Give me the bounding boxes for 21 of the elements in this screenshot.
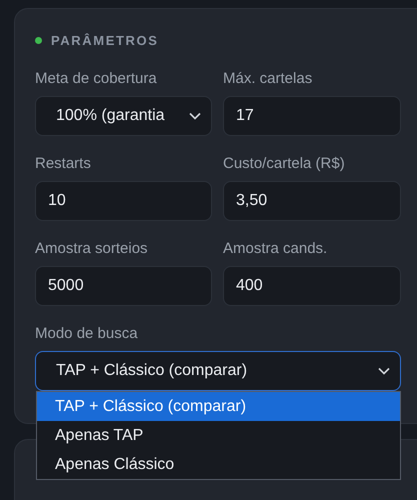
dropdown-option[interactable]: TAP + Clássico (comparar) — [37, 392, 400, 421]
dropdown-option[interactable]: Apenas TAP — [37, 421, 400, 450]
chevron-down-icon — [189, 112, 201, 120]
field-label: Amostra cands. — [223, 239, 328, 258]
input-field[interactable]: 5000 — [35, 266, 212, 306]
input-field[interactable]: 3,50 — [223, 181, 401, 221]
input-field[interactable]: 400 — [223, 266, 401, 306]
field-label: Restarts — [35, 154, 92, 173]
field-label: Máx. cartelas — [223, 69, 314, 88]
chevron-down-icon — [378, 367, 390, 375]
field-label: Amostra sorteios — [35, 239, 149, 258]
field-label: Custo/cartela (R$) — [223, 154, 346, 173]
field-label: Modo de busca — [35, 324, 139, 343]
input-field[interactable]: 10 — [35, 181, 212, 221]
search-mode-select[interactable]: TAP + Clássico (comparar) — [35, 351, 401, 391]
status-dot — [35, 37, 42, 44]
section-title: PARÂMETROS — [51, 33, 158, 48]
dropdown-option[interactable]: Apenas Clássico — [37, 450, 400, 479]
coverage-select[interactable]: 100% (garantia — [35, 96, 212, 136]
field-label: Meta de cobertura — [35, 69, 158, 88]
input-field[interactable]: 17 — [223, 96, 401, 136]
